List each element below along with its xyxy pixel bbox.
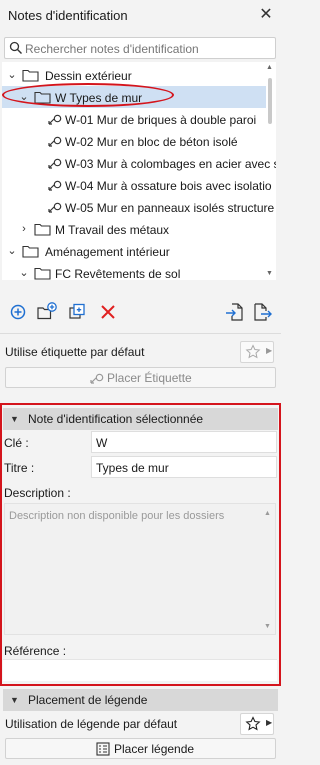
divider [0, 333, 281, 334]
tree-item-label: Aménagement intérieur [45, 245, 170, 259]
folder-icon [22, 245, 39, 258]
panel-title: Notes d'identification [8, 8, 128, 23]
title-value: Types de mur [96, 461, 169, 475]
place-tag-button[interactable]: Placer Étiquette [5, 367, 276, 388]
delete-icon[interactable] [97, 301, 119, 323]
title-label: Titre : [4, 461, 35, 475]
chevron-down-icon[interactable]: ⌄ [6, 68, 18, 82]
caret-right-icon: ▶ [266, 718, 273, 727]
keynote-icon [48, 180, 62, 191]
legend-title: Placement de légende [28, 693, 148, 707]
new-folder-icon[interactable] [36, 301, 58, 323]
tree-item-amenagement-interieur[interactable]: ⌄ Aménagement intérieur [2, 240, 266, 262]
collapse-triangle-icon: ▼ [10, 414, 19, 424]
tree-item-w-05[interactable]: W-05 Mur en panneaux isolés structure [2, 196, 274, 218]
key-field[interactable]: W [91, 431, 277, 453]
keynote-icon [48, 158, 62, 169]
legend-icon [96, 742, 110, 756]
tree-item-label: W-03 Mur à colombages en acier avec s [65, 157, 276, 171]
description-label: Description : [4, 486, 71, 500]
star-icon [245, 716, 261, 731]
reference-field[interactable] [3, 659, 277, 681]
tree-item-label: W-05 Mur en panneaux isolés structure [65, 201, 275, 215]
keynote-icon [90, 373, 104, 384]
scroll-down-arrow[interactable]: ▼ [266, 270, 274, 278]
tree-item-w-04[interactable]: W-04 Mur à ossature bois avec isolatio [2, 174, 272, 196]
caret-right-icon: ▶ [266, 346, 273, 355]
legend-header[interactable]: ▼ Placement de légende [3, 689, 278, 711]
default-tag-picker[interactable]: ▶ [240, 341, 274, 363]
scroll-up-arrow[interactable]: ▲ [266, 64, 274, 72]
keynote-icon [48, 202, 62, 213]
search-placeholder: Rechercher notes d'identification [25, 42, 199, 56]
search-input[interactable]: Rechercher notes d'identification [4, 37, 276, 59]
close-icon[interactable]: ✕ [257, 5, 275, 25]
tree-toolbar [0, 296, 281, 330]
default-legend-label: Utilisation de légende par défaut [5, 717, 178, 731]
place-legend-button[interactable]: Placer légende [5, 738, 276, 759]
reference-label: Référence : [4, 644, 67, 658]
tree-item-w-02[interactable]: W-02 Mur en bloc de béton isolé [2, 130, 266, 152]
add-icon[interactable] [7, 301, 29, 323]
chevron-down-icon[interactable]: ⌄ [18, 266, 30, 280]
tree-item-label: W Types de mur [55, 91, 143, 105]
tree-item-label: W-02 Mur en bloc de béton isolé [65, 135, 238, 149]
key-label: Clé : [4, 436, 29, 450]
key-value: W [96, 436, 108, 450]
collapse-triangle-icon: ▼ [10, 695, 19, 705]
tree-item-fc-revetements-de-sol[interactable]: ⌄ FC Revêtements de sol [2, 262, 266, 280]
tree-item-m-travail-des-metaux[interactable]: › M Travail des métaux [2, 218, 266, 240]
export-icon[interactable] [251, 301, 273, 323]
selected-note-header[interactable]: ▼ Note d'identification sélectionnée [3, 408, 278, 430]
chevron-down-icon[interactable]: ⌄ [18, 90, 30, 104]
folder-icon [34, 91, 51, 104]
tree-item-label: FC Revêtements de sol [55, 267, 181, 280]
tree-item-w-01[interactable]: W-01 Mur de briques à double paroi [2, 108, 266, 130]
tree-item-label: Dessin extérieur [45, 69, 132, 83]
scroll-down-arrow: ▼ [264, 623, 271, 630]
folder-icon [22, 69, 39, 82]
keynote-icon [48, 136, 62, 147]
scroll-up-arrow: ▲ [264, 510, 271, 517]
description-field: Description non disponible pour les doss… [4, 503, 276, 635]
star-icon [245, 344, 261, 359]
description-placeholder: Description non disponible pour les doss… [9, 510, 225, 522]
search-icon [9, 41, 22, 54]
tree-item-dessin-exterieur[interactable]: ⌄ Dessin extérieur [2, 64, 266, 86]
chevron-right-icon[interactable]: › [18, 222, 30, 236]
tree-scrollbar[interactable] [268, 78, 272, 124]
tree-item-w-03[interactable]: W-03 Mur à colombages en acier avec s [2, 152, 276, 174]
tree-item-label: W-04 Mur à ossature bois avec isolatio [65, 179, 272, 193]
tree-item-label: M Travail des métaux [55, 223, 170, 237]
title-field[interactable]: Types de mur [91, 456, 277, 478]
folder-icon [34, 267, 51, 280]
chevron-down-icon[interactable]: ⌄ [6, 244, 18, 258]
import-icon[interactable] [223, 301, 245, 323]
duplicate-icon[interactable] [66, 301, 88, 323]
place-legend-label: Placer légende [114, 742, 195, 756]
selected-note-title: Note d'identification sélectionnée [28, 412, 204, 426]
place-tag-label: Placer Étiquette [107, 371, 192, 385]
tree-item-w-types-de-mur[interactable]: ⌄ W Types de mur [2, 86, 266, 108]
default-legend-picker[interactable]: ▶ [240, 713, 274, 735]
notes-tree[interactable]: ⌄ Dessin extérieur ⌄ W Types de mur W-01… [2, 62, 276, 280]
folder-icon [34, 223, 51, 236]
default-tag-label: Utilise étiquette par défaut [5, 345, 145, 359]
tree-item-label: W-01 Mur de briques à double paroi [65, 113, 257, 127]
keynote-icon [48, 114, 62, 125]
